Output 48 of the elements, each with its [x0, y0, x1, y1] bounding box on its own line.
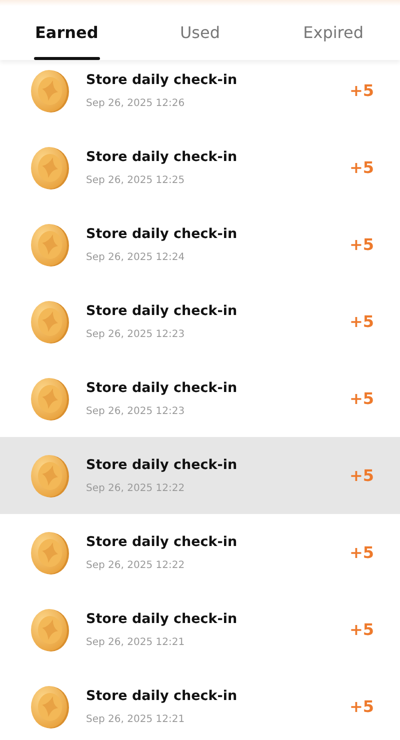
record-row[interactable]: Store daily check-in Sep 26, 2025 12:22 +5	[0, 514, 400, 591]
coin-icon	[30, 222, 70, 266]
record-title: Store daily check-in	[86, 225, 238, 244]
coin-icon	[30, 300, 70, 344]
record-time: Sep 26, 2025 12:22	[86, 482, 186, 496]
record-title: Store daily check-in	[86, 148, 238, 168]
record-title: Store daily check-in	[86, 456, 238, 476]
coin-icon	[30, 608, 70, 652]
record-time: Sep 26, 2025 12:25	[86, 174, 186, 188]
points-amount: +5	[349, 156, 374, 178]
tab[interactable]: Used	[133, 6, 267, 60]
points-amount: +5	[349, 388, 374, 410]
points-amount: +5	[349, 696, 374, 718]
record-row[interactable]: Store daily check-in Sep 26, 2025 12:21 +5	[0, 591, 400, 668]
record-row[interactable]: Store daily check-in Sep 26, 2025 12:23 +5	[0, 360, 400, 437]
record-row[interactable]: Store daily check-in Sep 26, 2025 12:23 +5	[0, 283, 400, 360]
record-time: Sep 26, 2025 12:23	[86, 404, 186, 419]
coin-icon	[30, 376, 70, 420]
points-amount: +5	[349, 464, 374, 486]
tab[interactable]: Earned	[0, 6, 134, 60]
tab[interactable]: Expired	[266, 6, 400, 60]
record-title: Store daily check-in	[86, 610, 238, 630]
record-time: Sep 26, 2025 12:23	[86, 328, 186, 342]
record-title: Store daily check-in	[86, 533, 238, 552]
record-time: Sep 26, 2025 12:22	[86, 558, 186, 573]
record-title: Store daily check-in	[86, 379, 238, 398]
coin-icon	[30, 684, 70, 728]
coin-icon	[30, 146, 70, 190]
record-title: Store daily check-in	[86, 687, 238, 706]
record-row[interactable]: Store daily check-in Sep 26, 2025 12:25 +5	[0, 129, 400, 206]
record-title: Store daily check-in	[86, 302, 238, 322]
points-amount: +5	[349, 310, 374, 332]
record-time: Sep 26, 2025 12:21	[86, 636, 186, 650]
points-amount: +5	[349, 234, 374, 256]
record-title: Store daily check-in	[86, 71, 238, 90]
record-row[interactable]: Store daily check-in Sep 26, 2025 12:21 +5	[0, 668, 400, 740]
record-row[interactable]: Store daily check-in Sep 26, 2025 12:26 +5	[0, 60, 400, 129]
coin-icon	[30, 454, 70, 498]
record-time: Sep 26, 2025 12:26	[86, 96, 186, 111]
record-row[interactable]: Store daily check-in Sep 26, 2025 12:22 +5	[0, 437, 400, 514]
coin-icon	[30, 530, 70, 574]
record-row[interactable]: Store daily check-in Sep 26, 2025 12:24 +5	[0, 206, 400, 283]
points-amount: +5	[349, 542, 374, 564]
record-time: Sep 26, 2025 12:24	[86, 250, 186, 265]
coin-icon	[30, 68, 70, 112]
record-time: Sep 26, 2025 12:21	[86, 712, 186, 727]
points-amount: +5	[349, 618, 374, 640]
points-amount: +5	[349, 80, 374, 102]
